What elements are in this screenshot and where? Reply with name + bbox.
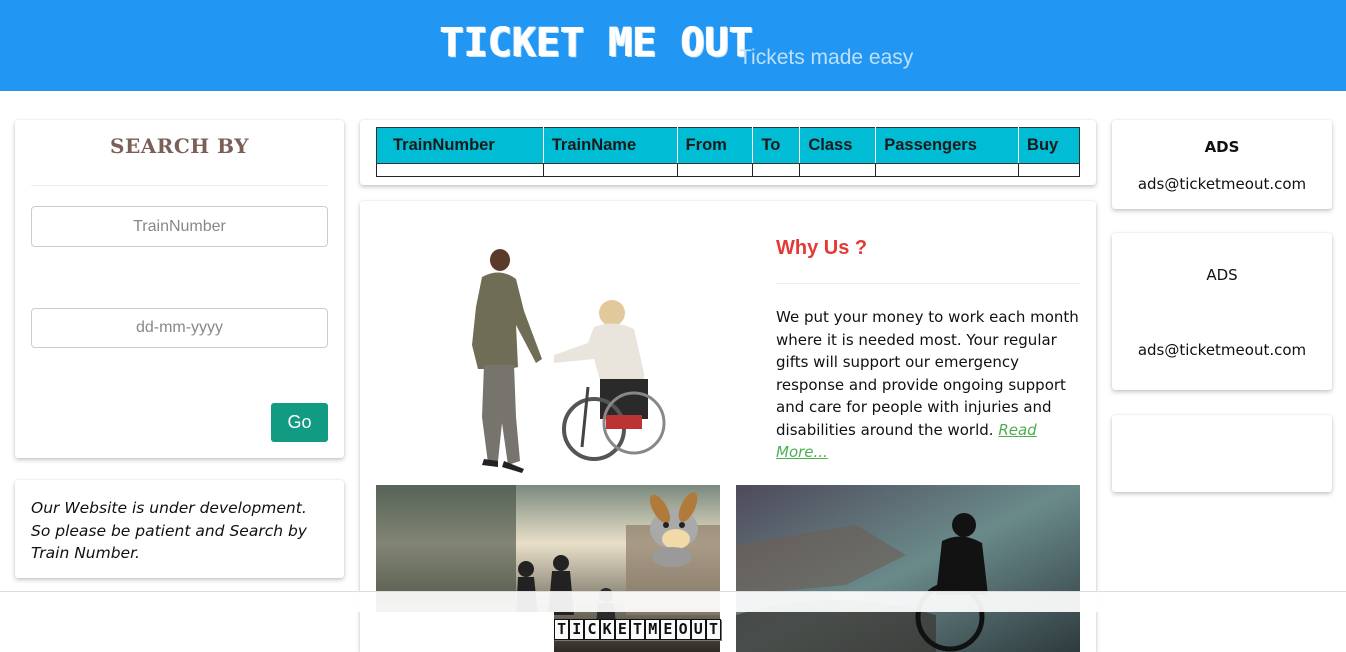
trains-table-card: TrainNumber TrainName From To Class Pass… — [360, 120, 1096, 185]
ads-heading: ADS — [1206, 266, 1238, 284]
table-cell — [676, 163, 754, 177]
footer-logo-letter: U — [690, 619, 706, 640]
table-header-row: TrainNumber TrainName From To Class Pass… — [376, 127, 1080, 164]
ads-card-empty — [1112, 415, 1332, 492]
table-row — [376, 163, 1080, 177]
why-us-title: Why Us ? — [776, 237, 868, 259]
ads-card: ADS ads@ticketmeout.com — [1112, 233, 1332, 390]
search-card: SEARCH BY Go — [15, 120, 344, 458]
date-input[interactable] — [31, 308, 328, 348]
ads-email: ads@ticketmeout.com — [1137, 341, 1307, 359]
search-heading: SEARCH BY — [110, 134, 249, 158]
go-button[interactable]: Go — [271, 403, 328, 442]
footer-logo-letter: E — [614, 619, 630, 640]
footer-backdrop — [360, 612, 554, 652]
footer-logo-letter: E — [660, 619, 676, 640]
why-us-body: We put your money to work each month whe… — [776, 306, 1080, 464]
table-cell — [1018, 163, 1080, 177]
table-cell — [376, 163, 544, 177]
footer-logo-letter: M — [645, 619, 661, 640]
footer-logo-letter: C — [584, 619, 600, 640]
site-tagline: Tickets made easy — [739, 46, 914, 69]
site-logo[interactable]: TICKET ME OUT — [440, 20, 753, 66]
column-header-buy: Buy — [1018, 127, 1080, 164]
site-header: TICKET ME OUT Tickets made easy — [0, 0, 1346, 91]
wheelchair-photo — [472, 249, 666, 473]
footer-logo: T I C K E T M E O U T — [554, 619, 722, 641]
footer-logo-letter: O — [675, 619, 691, 640]
footer-logo-letter: K — [599, 619, 615, 640]
development-notice: Our Website is under development. So ple… — [15, 480, 344, 578]
footer-logo-letter: T — [554, 619, 570, 640]
ads-card: ADS ads@ticketmeout.com — [1112, 120, 1332, 209]
why-us-text: We put your money to work each month whe… — [776, 308, 1079, 439]
column-header-train-name: TrainName — [542, 127, 678, 164]
trains-table: TrainNumber TrainName From To Class Pass… — [376, 127, 1080, 177]
table-cell — [542, 163, 678, 177]
footer-logo-letter: T — [629, 619, 646, 640]
train-number-input[interactable] — [31, 206, 328, 247]
column-header-passengers: Passengers — [875, 127, 1020, 164]
column-header-from: From — [676, 127, 754, 164]
ads-email: ads@ticketmeout.com — [1137, 175, 1307, 193]
column-header-train-number: TrainNumber — [376, 127, 544, 164]
aquarium-photo — [736, 485, 1080, 652]
divider — [776, 283, 1080, 284]
column-header-to: To — [752, 127, 801, 164]
table-cell — [799, 163, 877, 177]
table-cell — [875, 163, 1020, 177]
column-header-class: Class — [799, 127, 877, 164]
divider — [31, 185, 328, 186]
ads-heading: ADS — [1204, 138, 1240, 156]
table-cell — [752, 163, 801, 177]
footer-logo-letter: T — [705, 619, 722, 640]
why-us-card: Why Us ? We put your money to work each … — [360, 201, 1096, 652]
footer-bar — [0, 591, 1346, 612]
footer-logo-letter: I — [569, 619, 585, 640]
